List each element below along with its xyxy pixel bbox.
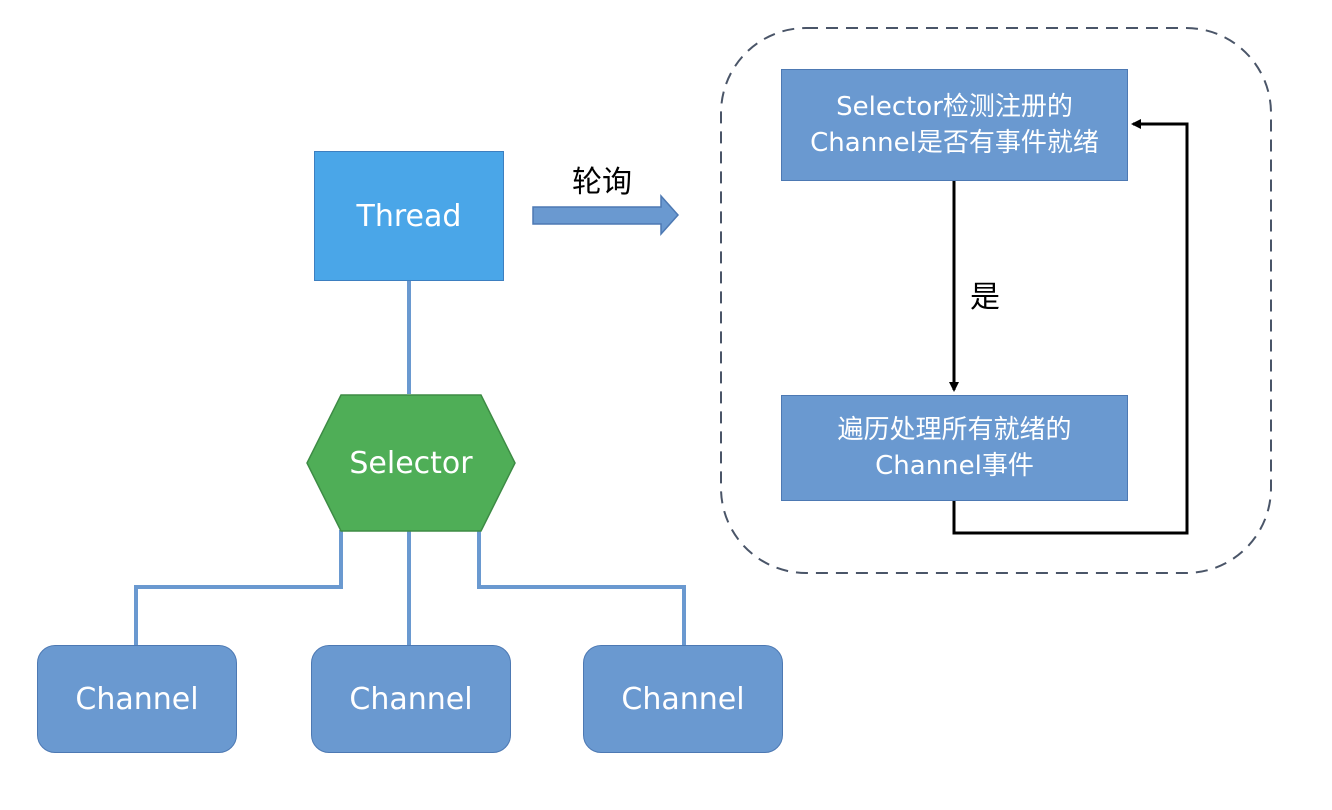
thread-label: Thread bbox=[356, 198, 462, 234]
selector-hexagon: Selector bbox=[306, 394, 516, 532]
check-ready-box: Selector检测注册的 Channel是否有事件就绪 bbox=[781, 69, 1128, 181]
check-ready-line-2: Channel是否有事件就绪 bbox=[810, 128, 1099, 158]
poll-arrow bbox=[532, 194, 680, 236]
process-events-line-2: Channel事件 bbox=[875, 451, 1034, 481]
selector-channel-1-connector bbox=[134, 530, 343, 645]
channel-box-3: Channel bbox=[583, 645, 783, 753]
check-ready-line-1: Selector检测注册的 bbox=[836, 92, 1073, 122]
channel-box-2: Channel bbox=[311, 645, 511, 753]
yes-label: 是 bbox=[970, 280, 1000, 315]
channel-label-3: Channel bbox=[621, 681, 745, 717]
channel-label-2: Channel bbox=[349, 681, 473, 717]
poll-label: 轮询 bbox=[572, 165, 632, 200]
channel-box-1: Channel bbox=[37, 645, 237, 753]
diagram-canvas: Thread Selector Channel Channel Channel … bbox=[0, 0, 1332, 810]
process-events-line-1: 遍历处理所有就绪的 bbox=[837, 415, 1072, 445]
process-events-box: 遍历处理所有就绪的 Channel事件 bbox=[781, 395, 1128, 501]
thread-box: Thread bbox=[314, 151, 504, 281]
selector-channel-3-connector bbox=[477, 530, 686, 645]
channel-label-1: Channel bbox=[75, 681, 199, 717]
selector-label: Selector bbox=[349, 445, 473, 481]
